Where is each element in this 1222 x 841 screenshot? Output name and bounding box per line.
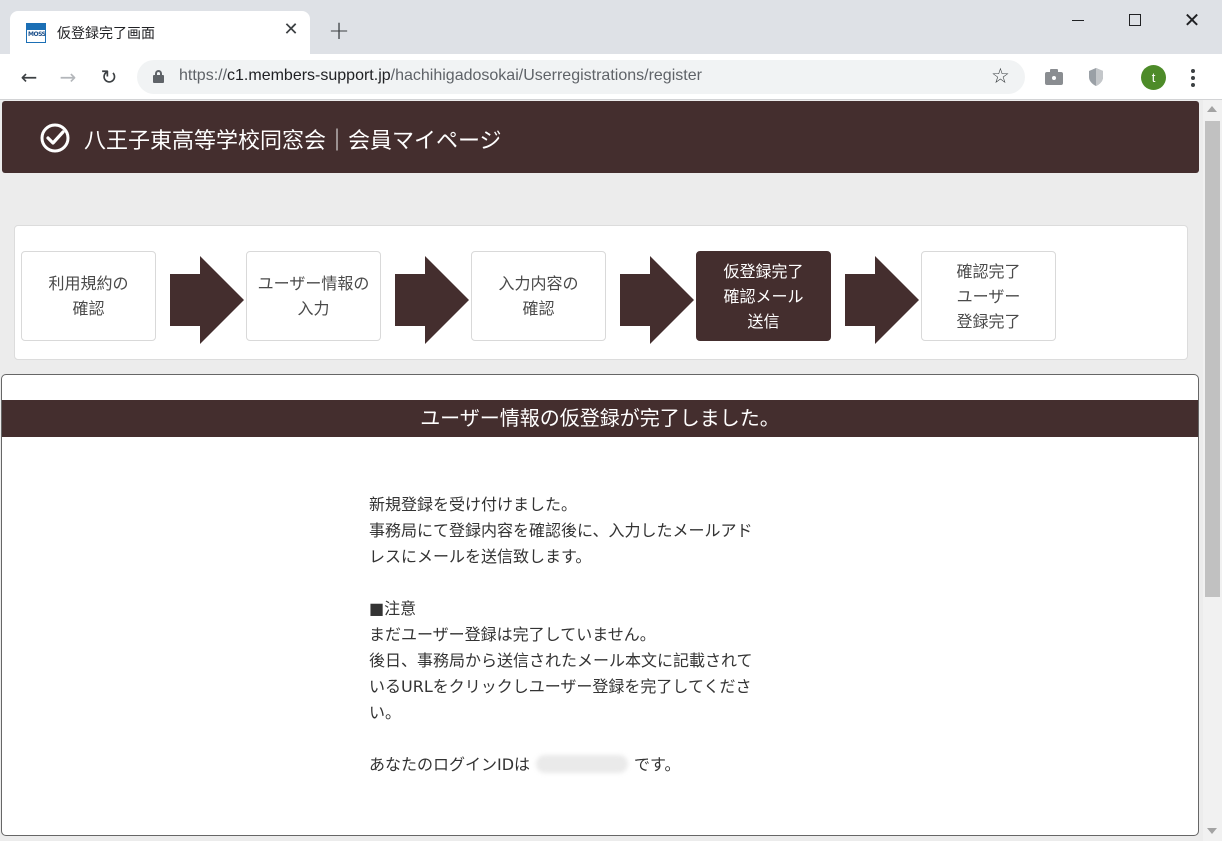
browser-toolbar: ← → ↻ https://c1.members-support.jp/hach…: [0, 54, 1222, 100]
browser-titlebar: MOSS 仮登録完了画面 ✕ + ✕: [0, 0, 1222, 54]
step-arrow-icon: [620, 256, 694, 344]
forward-button[interactable]: →: [54, 63, 82, 91]
message-line: 後日、事務局から送信されたメール本文に記載されて: [369, 651, 753, 670]
new-tab-button[interactable]: +: [326, 18, 352, 44]
message-body: 新規登録を受け付けました。 事務局にて登録内容を確認後に、入力したメールアド レ…: [369, 492, 829, 778]
site-favicon-icon: MOSS: [26, 23, 46, 43]
browser-tab[interactable]: MOSS 仮登録完了画面 ✕: [10, 11, 310, 54]
message-line: 事務局にて登録内容を確認後に、入力したメールアド: [369, 521, 753, 540]
lock-icon[interactable]: [153, 70, 164, 83]
site-title: 八王子東高等学校同窓会｜会員マイページ: [84, 129, 502, 154]
window-close-button[interactable]: ✕: [1177, 6, 1207, 34]
content-panel: ユーザー情報の仮登録が完了しました。 新規登録を受け付けました。 事務局にて登録…: [1, 374, 1199, 836]
message-line: いるURLをクリックしユーザー登録を完了してくださ: [369, 677, 752, 696]
tab-close-icon[interactable]: ✕: [280, 19, 302, 41]
browser-menu-icon[interactable]: [1183, 67, 1203, 89]
check-circle-icon: [40, 123, 70, 153]
step-input-confirm: 入力内容の 確認: [471, 251, 606, 341]
scroll-down-arrow-icon[interactable]: [1207, 828, 1217, 834]
scroll-up-arrow-icon[interactable]: [1207, 106, 1217, 112]
address-bar[interactable]: https://c1.members-support.jp/hachihigad…: [137, 60, 1025, 94]
step-registration-complete: 確認完了 ユーザー 登録完了: [921, 251, 1056, 341]
message-line: まだユーザー登録は完了していません。: [369, 625, 656, 644]
page-viewport: 八王子東高等学校同窓会｜会員マイページ 利用規約の 確認 ユーザー情報の 入力 …: [0, 100, 1203, 841]
back-button[interactable]: ←: [15, 63, 43, 91]
window-maximize-button[interactable]: [1120, 6, 1150, 34]
step-arrow-icon: [170, 256, 244, 344]
step-arrow-icon: [395, 256, 469, 344]
step-terms-confirm: 利用規約の 確認: [21, 251, 156, 341]
window-minimize-button[interactable]: [1063, 6, 1093, 34]
login-id-line: あなたのログインIDは です。: [369, 755, 681, 774]
login-id-redacted: [536, 755, 629, 773]
step-user-info-input: ユーザー情報の 入力: [246, 251, 381, 341]
reload-button[interactable]: ↻: [95, 63, 123, 91]
step-provisional-complete: 仮登録完了 確認メール 送信: [696, 251, 831, 341]
notice-heading: ■注意: [369, 599, 417, 618]
tab-title: 仮登録完了画面: [57, 26, 155, 42]
scroll-thumb[interactable]: [1205, 121, 1220, 597]
message-line: 新規登録を受け付けました。: [369, 495, 578, 514]
vertical-scrollbar[interactable]: [1203, 100, 1222, 841]
url-text[interactable]: https://c1.members-support.jp/hachihigad…: [179, 67, 702, 85]
site-header: 八王子東高等学校同窓会｜会員マイページ: [2, 101, 1199, 173]
shield-icon[interactable]: [1085, 66, 1107, 88]
bookmark-star-icon[interactable]: ☆: [991, 64, 1010, 88]
message-line: レスにメールを送信致します。: [369, 547, 592, 566]
step-arrow-icon: [845, 256, 919, 344]
profile-avatar[interactable]: t: [1141, 65, 1166, 90]
registration-steps: 利用規約の 確認 ユーザー情報の 入力 入力内容の 確認 仮登録完了 確認メール…: [14, 225, 1188, 360]
camera-icon[interactable]: [1043, 66, 1065, 88]
content-heading: ユーザー情報の仮登録が完了しました。: [2, 400, 1198, 437]
message-line: い。: [369, 703, 402, 722]
